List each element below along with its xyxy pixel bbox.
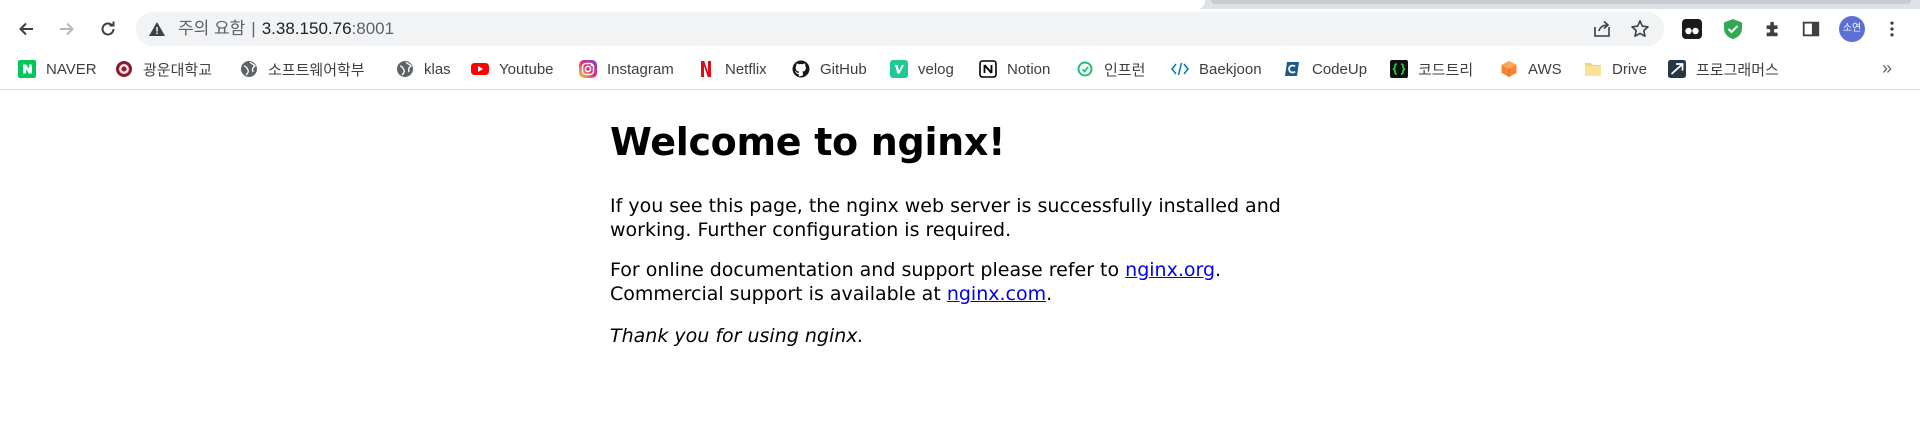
forward-button[interactable] <box>51 13 83 45</box>
side-panel-icon[interactable] <box>1800 18 1822 40</box>
bookmark-velog[interactable]: velog <box>890 57 954 81</box>
inflearn-icon <box>1076 60 1094 78</box>
codeup-icon <box>1284 60 1302 78</box>
url-text[interactable]: 주의 요함 | 3.38.150.76:8001 <box>178 12 394 46</box>
notion-icon <box>979 60 997 78</box>
velog-icon <box>890 60 908 78</box>
intro-line-2: working. Further configuration is requir… <box>610 219 1012 241</box>
bookmark-kwangwoon[interactable]: 광운대학교 <box>115 57 212 81</box>
programmers-icon <box>1668 60 1686 78</box>
code-icon <box>1171 60 1189 78</box>
separator: | <box>251 19 256 38</box>
bookmark-aws[interactable]: AWS <box>1500 57 1562 81</box>
bookmark-inflearn[interactable]: 인프런 <box>1076 57 1145 81</box>
kwangwoon-icon <box>115 60 133 78</box>
reload-icon <box>101 21 115 36</box>
instagram-icon <box>579 60 597 78</box>
more-bookmarks-chevron-icon[interactable]: » <box>1882 58 1892 79</box>
bookmark-klas[interactable]: klas <box>396 57 451 81</box>
support-line-2-text: Commercial support is available at <box>610 283 947 305</box>
bookmark-naver[interactable]: NAVER <box>18 57 97 81</box>
bookmark-github[interactable]: GitHub <box>792 57 867 81</box>
page-heading: Welcome to nginx! <box>610 120 1006 164</box>
warning-icon[interactable] <box>148 20 166 38</box>
bookmark-baekjoon[interactable]: Baekjoon <box>1171 57 1262 81</box>
inactive-tab[interactable] <box>1211 0 1911 4</box>
support-line-1-end: . <box>1215 259 1222 281</box>
active-tab[interactable] <box>0 0 1205 9</box>
security-label[interactable]: 주의 요함 <box>178 19 245 38</box>
intro-line-1: If you see this page, the nginx web serv… <box>610 195 1281 217</box>
extension-tampermonkey-icon[interactable] <box>1681 18 1703 40</box>
browser-toolbar: 주의 요함 | 3.38.150.76:8001 소연 <box>0 9 1920 49</box>
codetree-icon <box>1390 60 1408 78</box>
extensions-puzzle-icon[interactable] <box>1762 18 1784 40</box>
url-port[interactable]: :8001 <box>352 19 395 38</box>
support-line-2-end: . <box>1046 283 1053 305</box>
back-button[interactable] <box>10 13 42 45</box>
nginx-org-link[interactable]: nginx.org <box>1125 259 1215 281</box>
bookmark-notion[interactable]: Notion <box>979 57 1050 81</box>
bookmark-netflix[interactable]: Netflix <box>697 57 767 81</box>
bookmark-drive[interactable]: Drive <box>1584 57 1647 81</box>
aws-icon <box>1500 60 1518 78</box>
extension-shield-icon[interactable] <box>1722 18 1744 40</box>
netflix-icon <box>697 60 715 78</box>
bookmark-programmers[interactable]: 프로그래머스 <box>1668 57 1779 81</box>
share-icon[interactable] <box>1592 19 1612 39</box>
support-paragraph: For online documentation and support ple… <box>610 258 1221 306</box>
arrow-right-icon <box>60 22 74 36</box>
bookmark-youtube[interactable]: Youtube <box>471 57 554 81</box>
naver-icon <box>18 60 36 78</box>
globe-icon <box>396 60 414 78</box>
thank-you-text: Thank you for using nginx. <box>610 325 864 347</box>
intro-paragraph: If you see this page, the nginx web serv… <box>610 194 1281 242</box>
bookmarks-bar: NAVER 광운대학교 소프트웨어학부 klas Youtube Instagr… <box>0 49 1920 90</box>
globe-icon <box>240 60 258 78</box>
url-host[interactable]: 3.38.150.76 <box>262 19 352 38</box>
address-bar[interactable]: 주의 요함 | 3.38.150.76:8001 <box>136 12 1664 46</box>
bookmark-codeup[interactable]: CodeUp <box>1284 57 1367 81</box>
menu-kebab-icon[interactable] <box>1881 18 1903 40</box>
youtube-icon <box>471 60 489 78</box>
bookmark-codetree[interactable]: 코드트리 <box>1390 57 1473 81</box>
star-icon[interactable] <box>1630 19 1650 39</box>
support-line-1-text: For online documentation and support ple… <box>610 259 1126 281</box>
nginx-com-link[interactable]: nginx.com <box>947 283 1046 305</box>
profile-avatar[interactable]: 소연 <box>1839 16 1865 42</box>
bookmark-software-dept[interactable]: 소프트웨어학부 <box>240 57 365 81</box>
tab-strip <box>0 0 1920 9</box>
folder-icon <box>1584 60 1602 78</box>
bookmark-instagram[interactable]: Instagram <box>579 57 674 81</box>
reload-button[interactable] <box>92 13 124 45</box>
github-icon <box>792 60 810 78</box>
arrow-left-icon <box>19 22 33 36</box>
